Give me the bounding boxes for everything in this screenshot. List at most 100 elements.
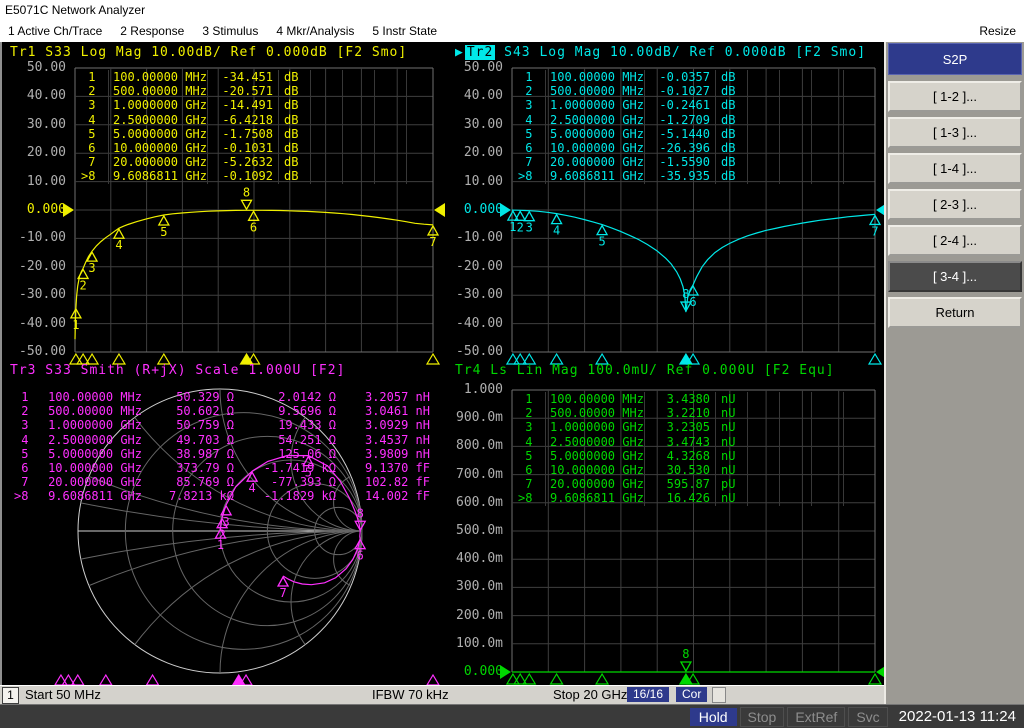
y-axis-label: -40.00 xyxy=(0,316,66,332)
menu-4-mkr-analysis[interactable]: 4 Mkr/Analysis xyxy=(276,20,354,42)
y-axis-label: -20.00 xyxy=(437,259,503,275)
stop-indicator: Stop xyxy=(740,707,785,727)
marker-row: >89.6086811 GHz16.426nU xyxy=(512,491,844,505)
y-axis-label: 1.000 xyxy=(437,382,503,398)
softkey-1-3[interactable]: [ 1-3 ]... xyxy=(888,117,1022,148)
y-axis-label: 30.00 xyxy=(0,117,66,133)
channel-number-box: 1 xyxy=(2,687,19,704)
marker-row: 31.0000000 GHz50.759 Ω19.433 Ω3.0929 nH xyxy=(12,418,430,432)
tr2-marker-table: 1100.00000 MHz-0.0357dB 2500.00000 MHz-0… xyxy=(512,70,844,184)
svg-text:3: 3 xyxy=(223,515,230,529)
softkey-menu: S2P [ 1-2 ]...[ 1-3 ]...[ 1-4 ]...[ 2-3 … xyxy=(884,42,1024,704)
menu-3-stimulus[interactable]: 3 Stimulus xyxy=(202,20,258,42)
svg-text:8: 8 xyxy=(682,287,689,301)
marker-row: 55.0000000 GHz4.3268nU xyxy=(512,449,844,463)
y-axis-label: 100.0m xyxy=(437,636,503,652)
y-axis-label: -50.00 xyxy=(0,344,66,360)
marker-row: 31.0000000 GHz-0.2461dB xyxy=(512,98,844,112)
y-axis-label: 0.000 xyxy=(437,664,503,680)
svg-text:7: 7 xyxy=(279,586,286,600)
trace-settings: S43 Log Mag 10.00dB/ Ref 0.000dB [F2 Smo… xyxy=(495,45,866,60)
y-axis-label: 800.0m xyxy=(437,438,503,454)
menu-1-active-ch-trace[interactable]: 1 Active Ch/Trace xyxy=(8,20,102,42)
e5071c-application-window: E5071C Network Analyzer 1 Active Ch/Trac… xyxy=(0,0,1024,728)
marker-row: 1100.00000 MHz-34.451dB xyxy=(75,70,407,84)
marker-row: 55.0000000 GHz-5.1440dB xyxy=(512,127,844,141)
window-title: E5071C Network Analyzer xyxy=(0,0,1024,20)
svg-text:3: 3 xyxy=(526,221,533,235)
svg-text:2: 2 xyxy=(79,278,86,292)
ifbw-value: IFBW 70 kHz xyxy=(372,687,449,702)
y-axis-label: -10.00 xyxy=(437,230,503,246)
tr4-marker-table: 1100.00000 MHz3.4380nU 2500.00000 MHz3.2… xyxy=(512,392,844,506)
softkey-2-4[interactable]: [ 2-4 ]... xyxy=(888,225,1022,256)
y-axis-label: -30.00 xyxy=(0,287,66,303)
y-axis-label: -40.00 xyxy=(437,316,503,332)
y-axis-label: 300.0m xyxy=(437,579,503,595)
trace-name: Tr2 xyxy=(465,45,495,60)
svg-text:8: 8 xyxy=(682,647,689,661)
tr4-header[interactable]: Tr4 Ls Lin Mag 100.0mU/ Ref 0.000U [F2 E… xyxy=(455,363,835,379)
status-small-box xyxy=(712,687,726,703)
marker-row: 42.5000000 GHz-6.4218dB xyxy=(75,113,407,127)
svg-text:1: 1 xyxy=(72,318,79,332)
marker-row: 55.0000000 GHz38.987 Ω125.06 Ω3.9809 nH xyxy=(12,447,430,461)
marker-row: 610.000000 GHz30.530nU xyxy=(512,463,844,477)
correction-badge: Cor xyxy=(676,687,707,702)
softkey-1-4[interactable]: [ 1-4 ]... xyxy=(888,153,1022,184)
marker-row: 610.000000 GHz-0.1031dB xyxy=(75,141,407,155)
softkey-3-4[interactable]: [ 3-4 ]... xyxy=(888,261,1022,292)
svg-text:1: 1 xyxy=(509,220,516,234)
resize-button[interactable]: Resize xyxy=(979,20,1016,42)
marker-row: 1100.00000 MHz50.329 Ω2.0142 Ω3.2057 nH xyxy=(12,390,430,404)
marker-row: 2500.00000 MHz3.2210nU xyxy=(512,406,844,420)
start-frequency: Start 50 MHz xyxy=(25,687,101,702)
y-axis-label: 50.00 xyxy=(437,60,503,76)
softkey-return[interactable]: Return xyxy=(888,297,1022,328)
y-axis-label: 500.0m xyxy=(437,523,503,539)
marker-row: 720.000000 GHz595.87pU xyxy=(512,477,844,491)
marker-row: >89.6086811 GHz-0.1092dB xyxy=(75,169,407,183)
tr3-header[interactable]: Tr3 S33 Smith (R+jX) Scale 1.000U [F2] xyxy=(10,363,345,379)
svc-indicator: Svc xyxy=(848,707,887,727)
marker-row: 2500.00000 MHz-0.1027dB xyxy=(512,84,844,98)
trace-name: Tr1 S33 Log Mag 10.00dB/ Ref 0.000dB [F2… xyxy=(10,45,407,60)
marker-row: 31.0000000 GHz3.2305nU xyxy=(512,420,844,434)
svg-text:5: 5 xyxy=(160,225,167,239)
y-axis-label: 50.00 xyxy=(0,60,66,76)
tr2-header[interactable]: ▶Tr2 S43 Log Mag 10.00dB/ Ref 0.000dB [F… xyxy=(455,45,866,61)
y-axis-label: 200.0m xyxy=(437,608,503,624)
menu-5-instr-state[interactable]: 5 Instr State xyxy=(372,20,437,42)
y-axis-label: 600.0m xyxy=(437,495,503,511)
y-axis-label: 20.00 xyxy=(0,145,66,161)
svg-text:7: 7 xyxy=(429,235,436,249)
svg-text:2: 2 xyxy=(517,220,524,234)
marker-row: 42.5000000 GHz3.4743nU xyxy=(512,435,844,449)
marker-row: 2500.00000 MHz50.602 Ω9.5696 Ω3.0461 nH xyxy=(12,404,430,418)
extref-indicator: ExtRef xyxy=(787,707,845,727)
softkey-2-3[interactable]: [ 2-3 ]... xyxy=(888,189,1022,220)
y-axis-label: 20.00 xyxy=(437,145,503,161)
marker-row: >89.6086811 GHz7.8213 kΩ-1.1829 kΩ14.002… xyxy=(12,489,430,503)
stop-frequency: Stop 20 GHz xyxy=(553,687,627,702)
menu-bar: 1 Active Ch/Trace 2 Response 3 Stimulus 4 M… xyxy=(0,20,1024,42)
marker-row: 720.000000 GHz-5.2632dB xyxy=(75,155,407,169)
y-axis-label: 0.000 xyxy=(0,202,66,218)
y-axis-label: 10.00 xyxy=(437,174,503,190)
y-axis-label: 0.000 xyxy=(437,202,503,218)
y-axis-label: 10.00 xyxy=(0,174,66,190)
svg-text:3: 3 xyxy=(88,261,95,275)
svg-text:2: 2 xyxy=(218,528,225,542)
menu-2-response[interactable]: 2 Response xyxy=(120,20,184,42)
marker-row: 610.000000 GHz373.79 Ω-1.7419 kΩ9.1370 f… xyxy=(12,461,430,475)
status-bar: 1 Start 50 MHz IFBW 70 kHz Stop 20 GHz 1… xyxy=(0,685,884,704)
active-trace-arrow-icon: ▶ xyxy=(455,45,464,60)
softkey-1-2[interactable]: [ 1-2 ]... xyxy=(888,81,1022,112)
y-axis-label: 900.0m xyxy=(437,410,503,426)
instrument-display: 12345678123456781234567812345678 Tr1 S33… xyxy=(0,42,884,685)
tr1-header[interactable]: Tr1 S33 Log Mag 10.00dB/ Ref 0.000dB [F2… xyxy=(10,45,407,61)
marker-row: 1100.00000 MHz-0.0357dB xyxy=(512,70,844,84)
y-axis-label: 700.0m xyxy=(437,467,503,483)
marker-row: 42.5000000 GHz-1.2709dB xyxy=(512,113,844,127)
tr3-marker-table: 1100.00000 MHz50.329 Ω2.0142 Ω3.2057 nH … xyxy=(12,390,430,504)
